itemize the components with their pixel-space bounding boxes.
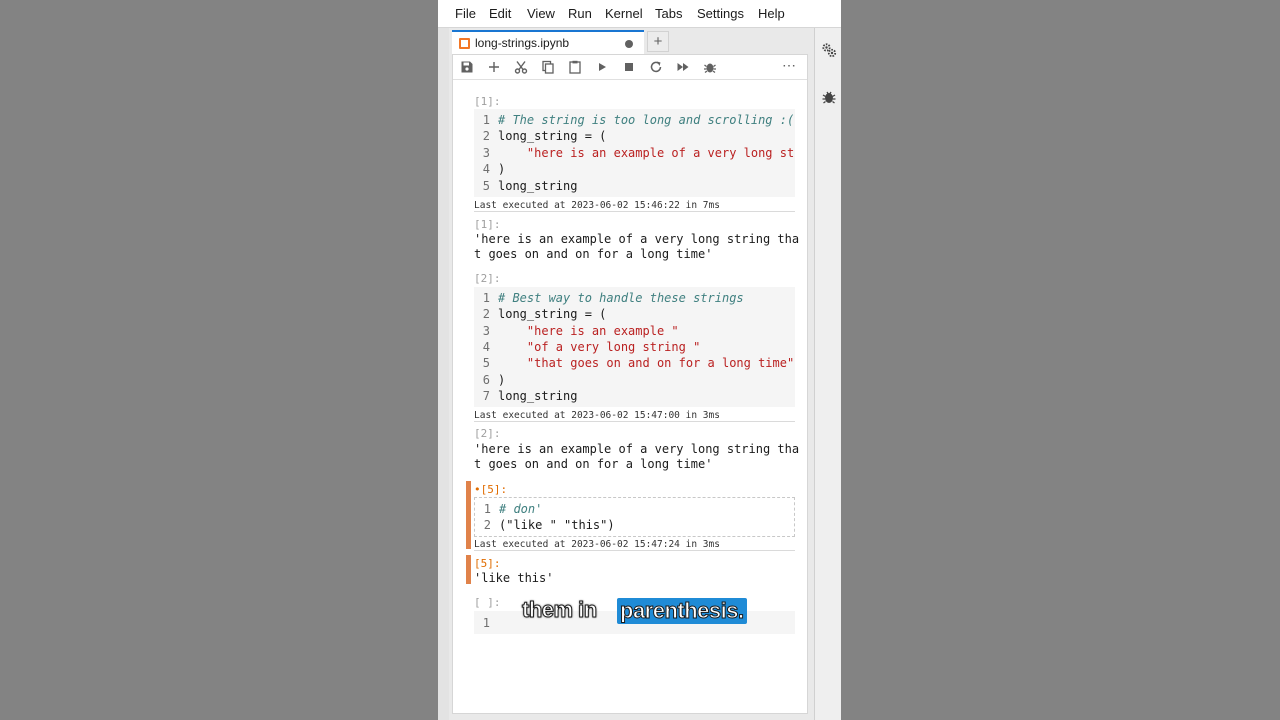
new-tab-button[interactable]: +	[647, 31, 669, 52]
unsaved-indicator[interactable]	[625, 40, 633, 48]
code-line: 1 # Best way to handle these strings	[482, 291, 744, 305]
input-prompt: •[5]:	[474, 483, 508, 496]
menu-run[interactable]: Run	[568, 6, 592, 21]
code-editor[interactable]: 1 # The string is too long and scrolling …	[474, 109, 795, 197]
code-line: 2 ("like " "this")	[483, 518, 615, 532]
input-prompt: [2]:	[474, 272, 501, 285]
code-line: 2 long_string = (	[482, 129, 607, 143]
add-cell-icon[interactable]	[486, 59, 502, 75]
code-line: 4)	[482, 162, 506, 176]
menu-settings[interactable]: Settings	[697, 6, 744, 21]
cut-icon[interactable]	[513, 59, 529, 75]
paste-icon[interactable]	[567, 59, 583, 75]
code-line: 1 # don'	[483, 502, 543, 516]
bug-icon[interactable]	[821, 89, 837, 105]
code-line: 1 # The string is too long and scrolling …	[482, 113, 795, 127]
menu-kernel[interactable]: Kernel	[605, 6, 643, 21]
output-prompt: [2]:	[474, 427, 501, 440]
more-options-icon[interactable]: ⋯	[782, 57, 796, 74]
execution-time: Last executed at 2023-06-02 15:46:22 in …	[474, 200, 795, 212]
cell-output: 'here is an example of a very long strin…	[474, 232, 800, 261]
menu-view[interactable]: View	[527, 6, 555, 21]
notebook-toolbar: ⋯	[453, 55, 807, 80]
code-line: 2 long_string = (	[482, 307, 607, 321]
restart-icon[interactable]	[648, 59, 664, 75]
caption-highlight: parenthesis.	[617, 598, 747, 624]
cell-output: 'like this'	[474, 571, 554, 585]
code-line: 3 "here is an example "	[482, 324, 679, 338]
active-cell-indicator[interactable]	[466, 481, 471, 549]
output-prompt: [5]:	[474, 557, 501, 570]
execution-time: Last executed at 2023-06-02 15:47:24 in …	[474, 539, 795, 551]
code-editor[interactable]: 1 # Best way to handle these strings 2 lon…	[474, 287, 795, 407]
right-sidebar	[814, 28, 841, 720]
menu-file[interactable]: File	[455, 6, 476, 21]
fast-forward-icon[interactable]	[675, 59, 691, 75]
code-line: 5 "that goes on and on for a long time"	[482, 356, 795, 370]
gears-icon[interactable]	[821, 42, 837, 58]
save-icon[interactable]	[459, 59, 475, 75]
input-prompt: [1]:	[474, 95, 501, 108]
menu-bar: File Edit View Run Kernel Tabs Settings …	[438, 0, 841, 28]
notebook-icon	[459, 38, 470, 49]
menu-tabs[interactable]: Tabs	[655, 6, 682, 21]
code-line: 7 long_string	[482, 389, 578, 403]
code-line: 5 long_string	[482, 179, 578, 193]
active-output-indicator[interactable]	[466, 555, 471, 584]
code-editor[interactable]: 1 # don' 2 ("like " "this")	[474, 497, 795, 537]
output-prompt: [1]:	[474, 218, 501, 231]
tab-label: long-strings.ipynb	[475, 36, 570, 50]
left-sidebar	[438, 28, 449, 720]
bug-icon[interactable]	[702, 59, 718, 75]
code-line: 3 "here is an example of a very long str…	[482, 146, 795, 160]
code-line: 6)	[482, 373, 506, 387]
execution-time: Last executed at 2023-06-02 15:47:00 in …	[474, 410, 795, 422]
run-icon[interactable]	[594, 59, 610, 75]
menu-help[interactable]: Help	[758, 6, 785, 21]
stop-icon[interactable]	[621, 59, 637, 75]
caption-text: them in	[522, 597, 598, 623]
cell-output: 'here is an example of a very long strin…	[474, 442, 800, 471]
tab-long-strings[interactable]: long-strings.ipynb	[452, 30, 644, 54]
input-prompt: [ ]:	[474, 596, 501, 609]
copy-icon[interactable]	[540, 59, 556, 75]
code-line: 4 "of a very long string "	[482, 340, 701, 354]
document-tab-bar: long-strings.ipynb +	[452, 30, 808, 54]
menu-edit[interactable]: Edit	[489, 6, 511, 21]
